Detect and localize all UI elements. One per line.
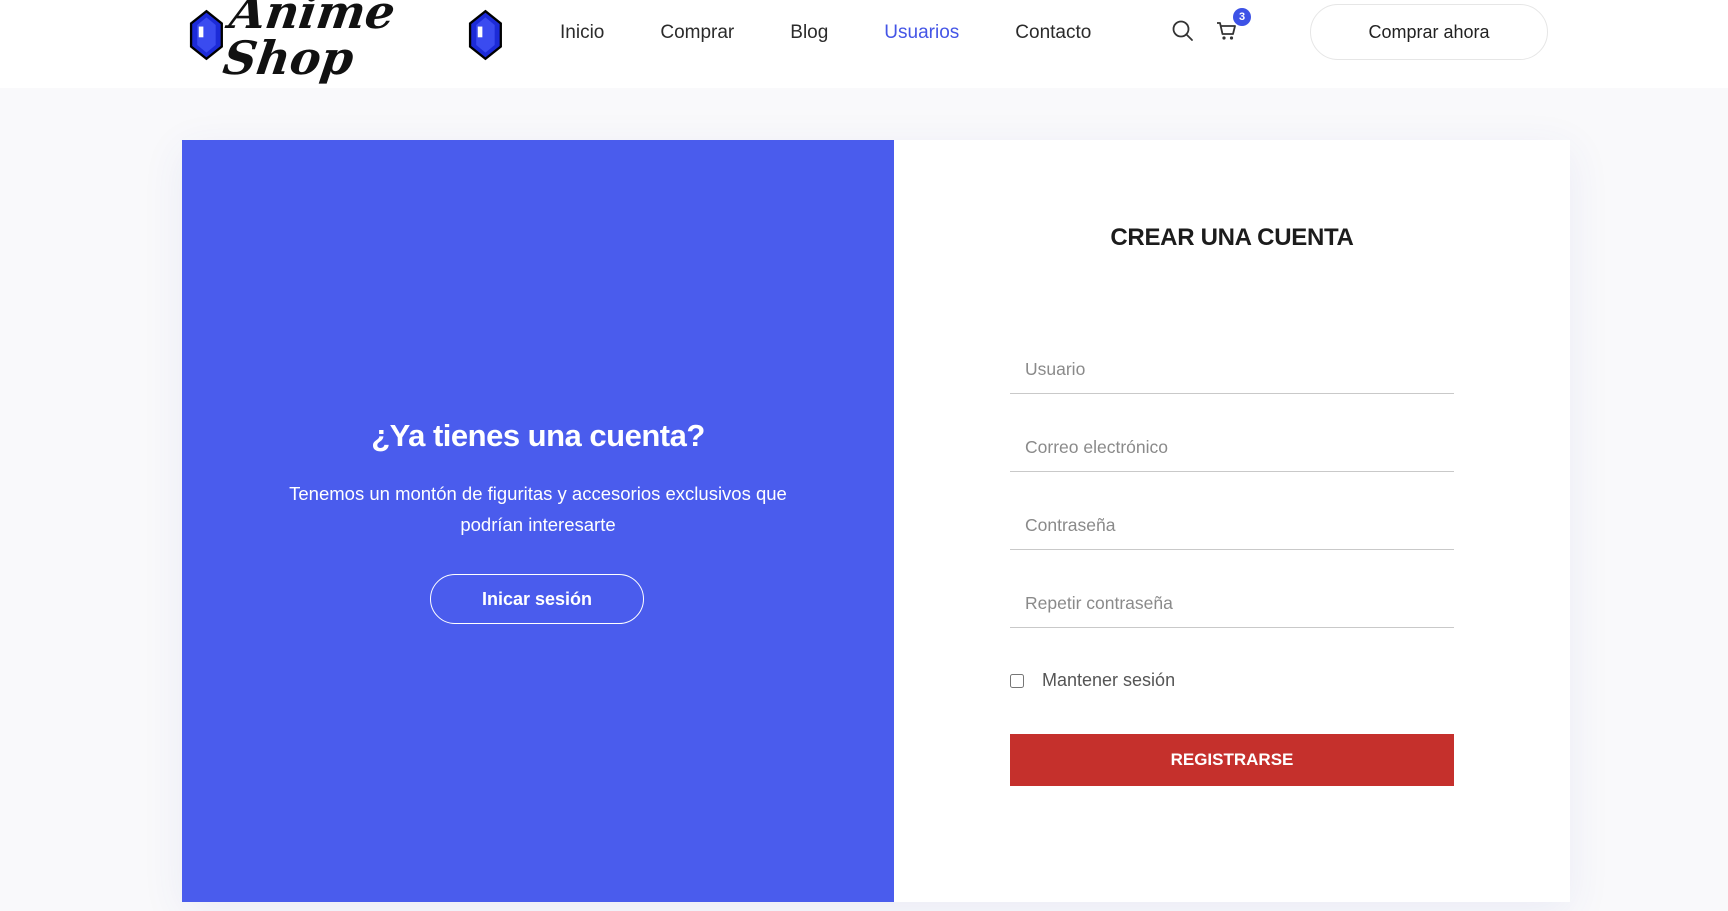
buy-now-button[interactable]: Comprar ahora bbox=[1310, 4, 1548, 60]
logo[interactable]: Anime Shop bbox=[188, 0, 504, 85]
login-button[interactable]: Inicar sesión bbox=[430, 574, 644, 624]
remember-session: Mantener sesión bbox=[1010, 670, 1175, 691]
promo-title: ¿Ya tienes una cuenta? bbox=[371, 418, 705, 453]
login-promo-panel: ¿Ya tienes una cuenta? Tenemos un montón… bbox=[182, 140, 894, 902]
site-header: Anime Shop Inicio Comprar Blog Usuarios … bbox=[0, 0, 1728, 88]
nav-contacto[interactable]: Contacto bbox=[1015, 22, 1091, 44]
remember-checkbox[interactable] bbox=[1010, 673, 1024, 688]
register-button[interactable]: REGISTRARSE bbox=[1010, 734, 1454, 786]
nav-comprar[interactable]: Comprar bbox=[660, 22, 734, 44]
gem-right-icon bbox=[469, 9, 503, 61]
repeat-password-field[interactable] bbox=[1010, 580, 1454, 628]
search-icon[interactable] bbox=[1170, 18, 1196, 44]
register-form: CREAR UNA CUENTA Mantener sesión REGISTR… bbox=[894, 140, 1570, 902]
nav-usuarios[interactable]: Usuarios bbox=[884, 22, 959, 44]
cart-count-badge: 3 bbox=[1233, 8, 1251, 26]
nav-blog[interactable]: Blog bbox=[790, 22, 828, 44]
email-field[interactable] bbox=[1010, 424, 1454, 472]
promo-text: Tenemos un montón de figuritas y accesor… bbox=[289, 483, 787, 535]
nav-inicio[interactable]: Inicio bbox=[560, 22, 604, 44]
remember-label: Mantener sesión bbox=[1042, 670, 1176, 690]
password-field[interactable] bbox=[1010, 502, 1454, 550]
main-nav: Inicio Comprar Blog Usuarios Contacto bbox=[560, 0, 1147, 66]
logo-text: Anime Shop bbox=[219, 0, 399, 85]
auth-card: ¿Ya tienes una cuenta? Tenemos un montón… bbox=[182, 140, 1570, 902]
gem-left-icon bbox=[189, 9, 223, 61]
username-field[interactable] bbox=[1010, 346, 1454, 394]
form-title: CREAR UNA CUENTA bbox=[1110, 224, 1354, 251]
